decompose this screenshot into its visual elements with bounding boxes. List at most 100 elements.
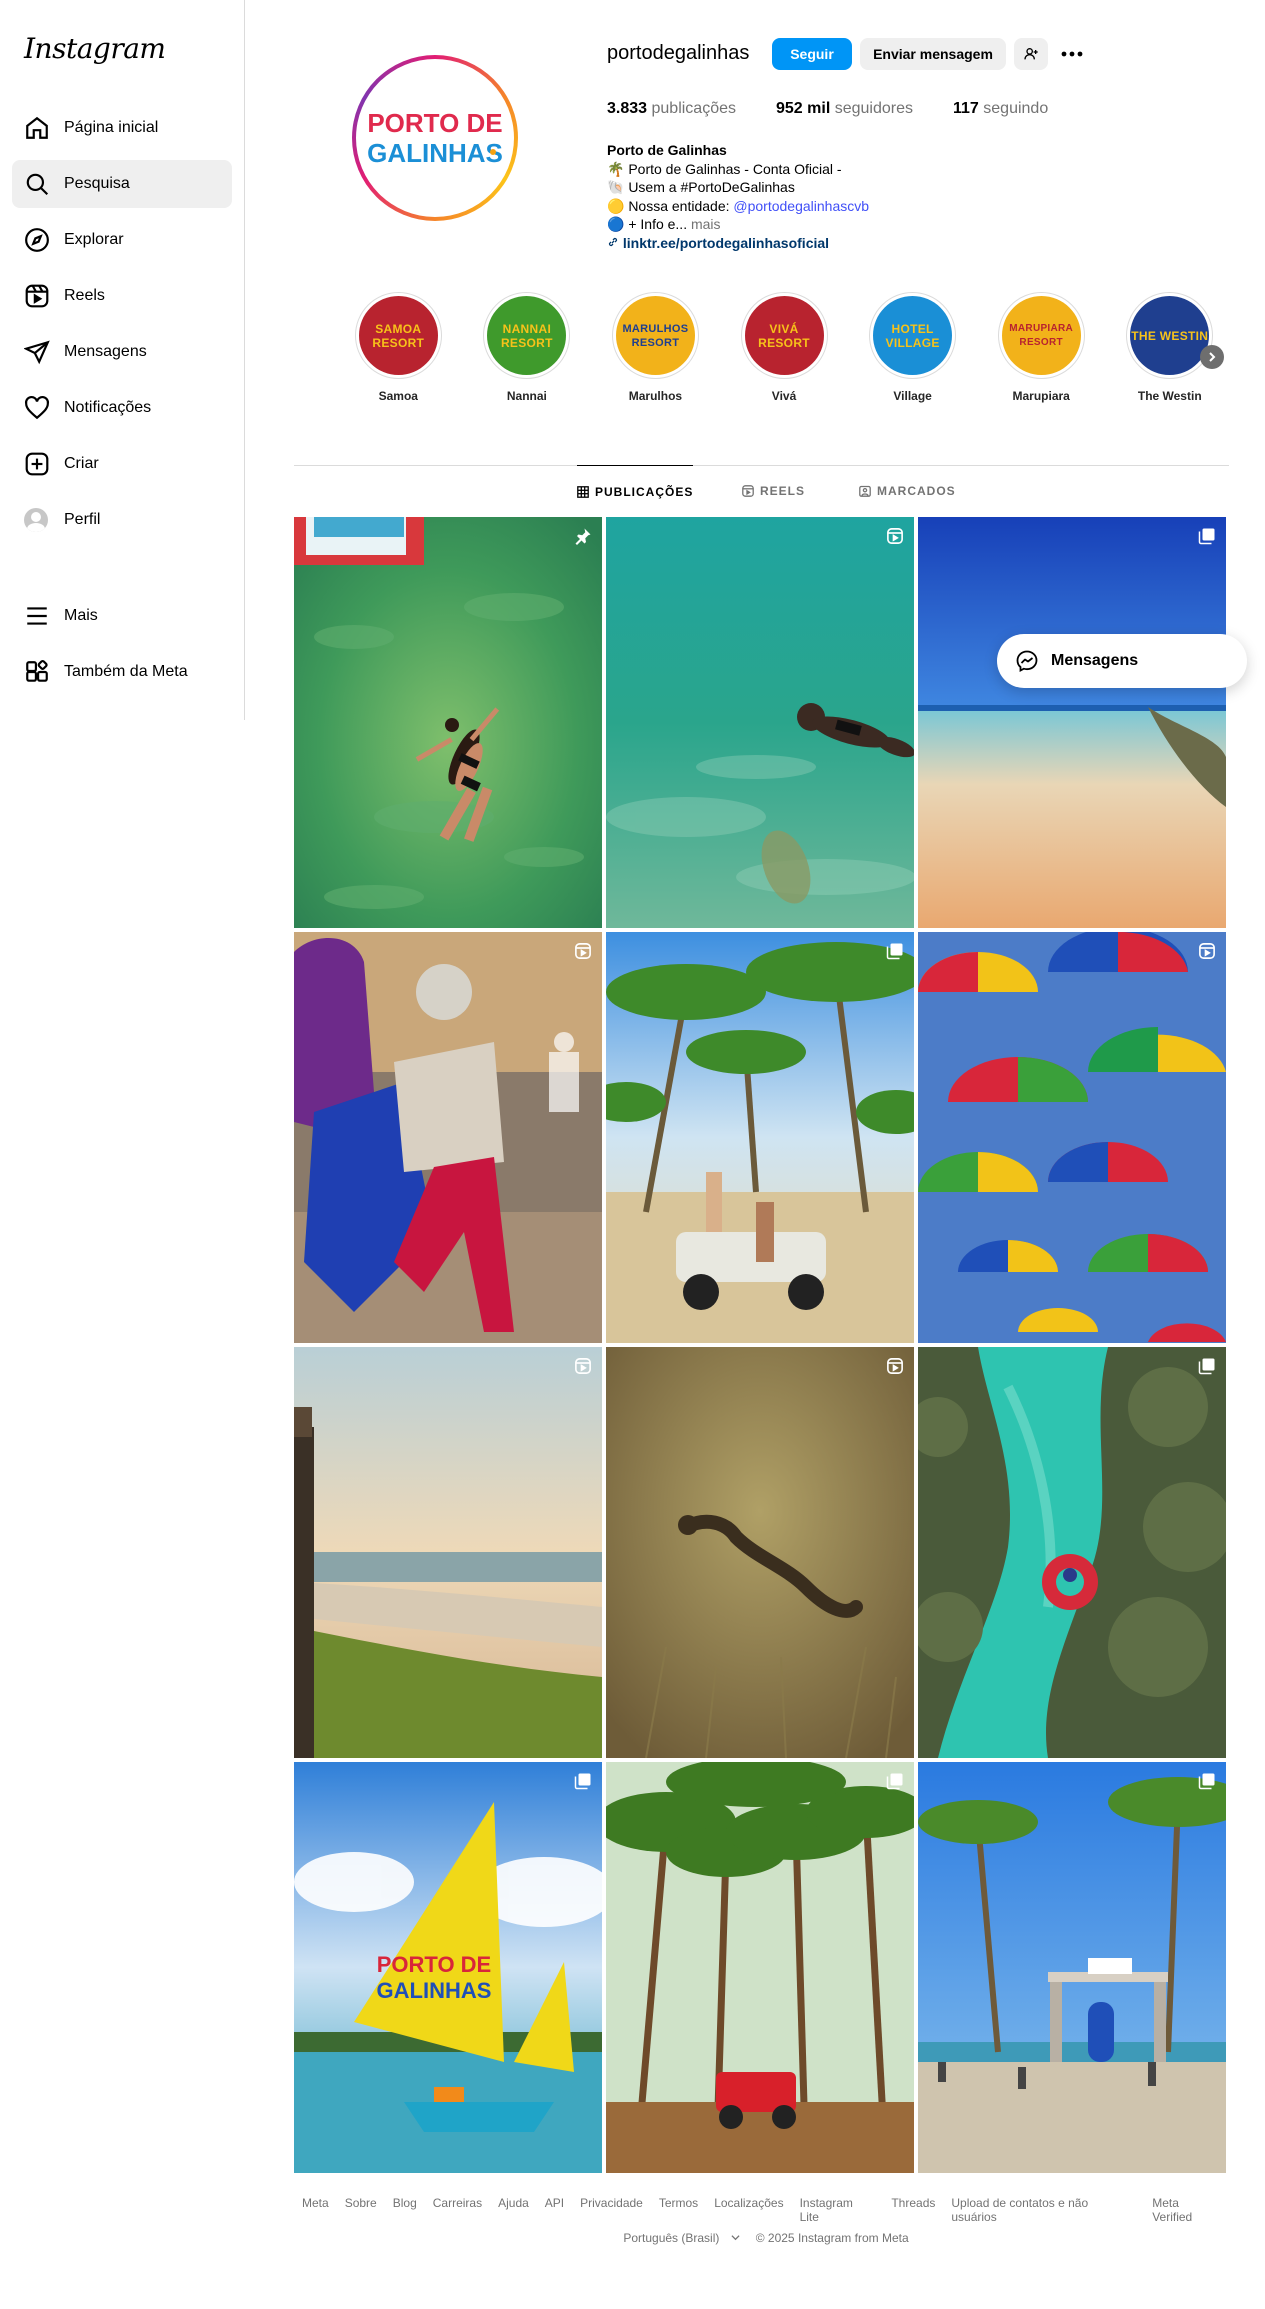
sidebar-item-messages[interactable]: Mensagens bbox=[12, 328, 232, 376]
post-thumbnail[interactable] bbox=[294, 517, 602, 928]
post-thumbnail[interactable] bbox=[294, 932, 602, 1343]
profile-avatar[interactable]: PORTO DE GALINHAS bbox=[352, 55, 518, 221]
footer-link[interactable]: Sobre bbox=[345, 2196, 377, 2224]
post-thumbnail[interactable] bbox=[606, 517, 914, 928]
reels-icon bbox=[25, 284, 49, 308]
carousel-icon bbox=[1198, 1358, 1215, 1375]
menu-icon bbox=[27, 607, 47, 625]
highlight-cover: HOTEL VILLAGE bbox=[873, 296, 953, 375]
highlight-viva[interactable]: VIVÁ RESORT Vivá bbox=[720, 292, 849, 412]
sail-text-top: PORTO DE bbox=[377, 1952, 492, 1977]
tab-posts[interactable]: PUBLICAÇÕES bbox=[577, 465, 694, 517]
sidebar-item-label: Perfil bbox=[64, 511, 101, 528]
sidebar-item-profile[interactable]: Perfil bbox=[12, 496, 232, 544]
external-link-row[interactable]: linktr.ee/portodegalinhasoficial bbox=[607, 234, 869, 253]
footer-link[interactable]: Ajuda bbox=[498, 2196, 529, 2224]
highlight-label: Vivá bbox=[771, 389, 797, 403]
carousel-icon bbox=[574, 1773, 591, 1790]
highlight-label: Samoa bbox=[378, 389, 418, 403]
highlight-village[interactable]: HOTEL VILLAGE Village bbox=[848, 292, 977, 412]
sidebar-item-more[interactable]: Mais bbox=[12, 592, 232, 640]
footer-link[interactable]: Threads bbox=[891, 2196, 935, 2224]
entity-mention-link[interactable]: @portodegalinhascvb bbox=[733, 198, 869, 214]
sidebar-item-meta[interactable]: Também da Meta bbox=[12, 648, 232, 696]
post-thumbnail[interactable] bbox=[606, 932, 914, 1343]
footer-bottom: Português (Brasil) © 2025 Instagram from… bbox=[294, 2231, 1230, 2245]
highlight-cover: SAMOA RESORT bbox=[358, 296, 438, 375]
tab-tagged[interactable]: MARCADOS bbox=[859, 465, 956, 517]
follow-button[interactable]: Seguir bbox=[772, 38, 852, 70]
post-thumbnail[interactable] bbox=[606, 1762, 914, 2173]
sidebar-item-search[interactable]: Pesquisa bbox=[12, 160, 232, 208]
external-link[interactable]: linktr.ee/portodegalinhasoficial bbox=[623, 235, 829, 251]
bio-name: Porto de Galinhas bbox=[607, 142, 727, 158]
post-image bbox=[294, 1347, 602, 1758]
suggest-users-button[interactable] bbox=[1014, 38, 1048, 70]
followers-count[interactable]: 952 mil seguidores bbox=[776, 100, 913, 118]
following-count[interactable]: 117 seguindo bbox=[953, 100, 1048, 118]
posts-grid: PORTO DE GALINHAS bbox=[294, 517, 1230, 2173]
footer-link[interactable]: Localizações bbox=[714, 2196, 783, 2224]
logo-text-top: PORTO DE bbox=[367, 108, 502, 138]
post-image bbox=[918, 932, 1226, 1343]
post-image bbox=[606, 932, 914, 1343]
post-thumbnail[interactable] bbox=[918, 517, 1226, 928]
porto-de-galinhas-logo: PORTO DE GALINHAS bbox=[367, 108, 503, 168]
footer-link[interactable]: Carreiras bbox=[433, 2196, 482, 2224]
highlight-cover: THE WESTIN bbox=[1130, 296, 1210, 375]
sidebar-item-home[interactable]: Página inicial bbox=[12, 104, 232, 152]
footer-link[interactable]: Meta Verified bbox=[1152, 2196, 1222, 2224]
bio-line: 🐚 Usem a #PortoDeGalinhas bbox=[607, 179, 795, 195]
sidebar-item-reels[interactable]: Reels bbox=[12, 272, 232, 320]
footer-link[interactable]: Privacidade bbox=[580, 2196, 643, 2224]
post-thumbnail[interactable] bbox=[606, 1347, 914, 1758]
pin-icon bbox=[575, 528, 591, 545]
footer-link[interactable]: Termos bbox=[659, 2196, 698, 2224]
sidebar-item-create[interactable]: Criar bbox=[12, 440, 232, 488]
highlight-marulhos[interactable]: MARULHOS RESORT Marulhos bbox=[591, 292, 720, 412]
bio-line: 🟡 Nossa entidade: @portodegalinhascvb bbox=[607, 197, 870, 214]
logo-text-bottom: GALINHAS bbox=[367, 138, 503, 168]
post-image bbox=[294, 517, 602, 928]
language-selector[interactable]: Português (Brasil) bbox=[615, 2231, 740, 2245]
post-thumbnail[interactable] bbox=[918, 932, 1226, 1343]
highlight-marupiara[interactable]: MARUPIARA RESORT Marupiara bbox=[977, 292, 1106, 412]
highlight-label: Marulhos bbox=[628, 389, 683, 403]
sidebar-item-label: Mais bbox=[64, 607, 98, 624]
highlight-ring: MARULHOS RESORT bbox=[611, 292, 699, 379]
plus-square-icon bbox=[25, 452, 49, 476]
reel-icon bbox=[887, 1358, 903, 1374]
post-image bbox=[918, 1762, 1226, 2173]
sidebar-item-label: Pesquisa bbox=[64, 175, 130, 192]
footer-link[interactable]: Meta bbox=[302, 2196, 329, 2224]
messages-float-button[interactable]: Mensagens bbox=[997, 634, 1247, 688]
meta-apps-icon bbox=[26, 659, 48, 682]
post-thumbnail[interactable] bbox=[918, 1347, 1226, 1758]
sidebar-item-explore[interactable]: Explorar bbox=[12, 216, 232, 264]
instagram-logo[interactable]: Instagram bbox=[24, 32, 166, 65]
sidebar-item-notifications[interactable]: Notificações bbox=[12, 384, 232, 432]
highlight-nannai[interactable]: NANNAI RESORT Nannai bbox=[463, 292, 592, 412]
highlights-next-button[interactable] bbox=[1200, 345, 1224, 369]
more-options-button[interactable] bbox=[1056, 38, 1088, 70]
footer-link[interactable]: Upload de contatos e não usuários bbox=[951, 2196, 1136, 2224]
send-message-button[interactable]: Enviar mensagem bbox=[860, 38, 1006, 70]
post-image bbox=[606, 517, 914, 928]
tab-label: REELS bbox=[760, 484, 806, 498]
profile-bio: Porto de Galinhas 🌴 Porto de Galinhas - … bbox=[607, 141, 869, 252]
footer-link[interactable]: API bbox=[545, 2196, 564, 2224]
footer-link[interactable]: Blog bbox=[393, 2196, 417, 2224]
post-thumbnail[interactable]: PORTO DE GALINHAS bbox=[294, 1762, 602, 2173]
bio-more-link[interactable]: mais bbox=[691, 216, 721, 232]
sidebar: Instagram Página inicial Pesquisa Explor… bbox=[0, 0, 245, 720]
post-thumbnail[interactable] bbox=[294, 1347, 602, 1758]
avatar bbox=[24, 508, 48, 532]
footer-links: Meta Sobre Blog Carreiras Ajuda API Priv… bbox=[294, 2196, 1230, 2224]
sidebar-lower: Mais Também da Meta bbox=[12, 592, 232, 704]
highlight-samoa[interactable]: SAMOA RESORT Samoa bbox=[334, 292, 463, 412]
post-image bbox=[606, 1762, 914, 2173]
tab-reels[interactable]: REELS bbox=[742, 465, 805, 517]
link-icon bbox=[608, 237, 618, 246]
post-thumbnail[interactable] bbox=[918, 1762, 1226, 2173]
footer-link[interactable]: Instagram Lite bbox=[800, 2196, 876, 2224]
